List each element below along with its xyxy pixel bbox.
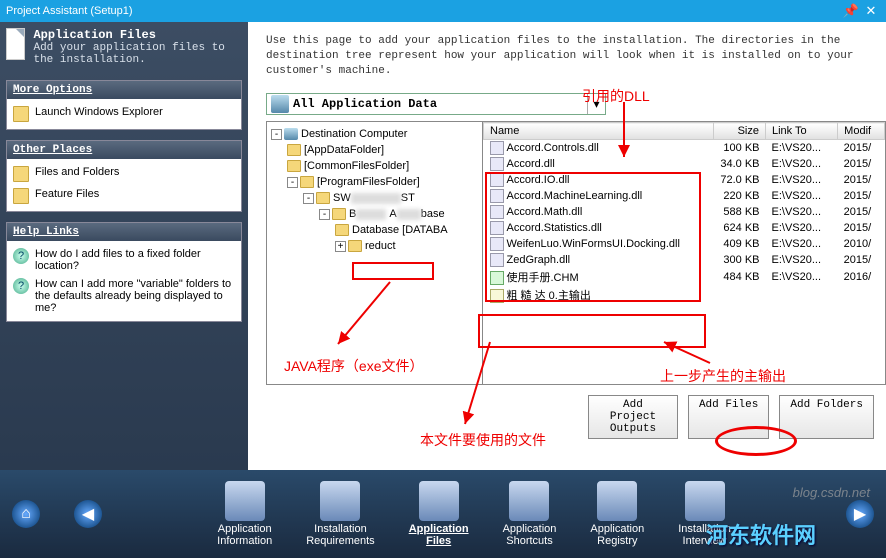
table-row[interactable]: Accord.dll34.0 KBE:\VS20...2015/ [484,156,885,172]
help-icon: ? [13,248,29,264]
step-installation-requirements[interactable]: InstallationRequirements [306,481,374,547]
tree-root[interactable]: -Destination Computer [271,126,478,142]
csdn-watermark: blog.csdn.net [793,485,870,500]
folder-icon [300,176,314,188]
tree-node[interactable]: Database [DATABA [335,222,478,238]
computer-icon [284,128,298,140]
tree-node[interactable]: -SWST [303,190,478,206]
computer-icon [271,95,289,113]
collapse-icon[interactable]: - [303,193,314,204]
folder-icon [332,208,346,220]
sidebar: Application Files Add your application f… [0,22,248,470]
step-icon [419,481,459,521]
intro-text: Add your application files to the instal… [33,42,242,66]
panel-other-places: Other Places Files and Folders Feature F… [6,140,242,212]
panel-help-links: Help Links ?How do I add files to a fixe… [6,222,242,322]
expand-icon[interactable]: + [335,241,346,252]
step-application-files[interactable]: ApplicationFiles [409,481,469,547]
anno-addfiles-ring [715,426,797,456]
destination-dropdown[interactable]: All Application Data ▾ [266,93,606,115]
panel-title: More Options [7,81,241,99]
folder-icon [348,240,362,252]
brand-watermark: 河东软件网 [706,518,816,550]
step-icon [225,481,265,521]
window-title: Project Assistant (Setup1) [6,5,840,17]
close-icon[interactable]: ✕ [862,3,880,19]
intro-heading: Application Files [33,28,242,42]
col-link[interactable]: Link To [766,123,838,140]
intro-block: Application Files Add your application f… [6,28,242,66]
files-and-folders[interactable]: Files and Folders [11,163,237,185]
col-modif[interactable]: Modif [838,123,885,140]
help-text: Use this page to add your application fi… [266,34,886,79]
workspace: Application Files Add your application f… [0,22,886,470]
nav-home-button[interactable]: ⌂ [12,500,40,528]
add-folders-button[interactable]: Add Folders [779,395,874,439]
launch-explorer[interactable]: Launch Windows Explorer [11,103,237,125]
tree-node[interactable]: -B Abase [319,206,478,222]
feature-files[interactable]: Feature Files [11,185,237,207]
add-project-outputs-button[interactable]: Add Project Outputs [588,395,678,439]
chevron-down-icon[interactable]: ▾ [587,94,605,114]
page-icon [6,28,25,60]
folder-icon [287,144,301,156]
step-icon [597,481,637,521]
step-icon [685,481,725,521]
title-bar: Project Assistant (Setup1) 📌 ✕ [0,0,886,22]
tree-node[interactable]: [CommonFilesFolder] [287,158,478,174]
folder-icon [13,166,29,182]
tree-node-reduct[interactable]: +reduct [335,238,478,254]
button-row: Add Project Outputs Add Files Add Folder… [266,395,886,439]
col-name[interactable]: Name [484,123,714,140]
panel-more-options: More Options Launch Windows Explorer [6,80,242,130]
step-application-information[interactable]: ApplicationInformation [217,481,272,547]
dropdown-label: All Application Data [293,97,587,111]
collapse-icon[interactable]: - [271,129,282,140]
anno-reduct-box [352,262,434,280]
folder-icon [316,192,330,204]
step-application-shortcuts[interactable]: ApplicationShortcuts [503,481,557,547]
panel-title: Other Places [7,141,241,159]
pin-icon[interactable]: 📌 [842,3,860,19]
file-icon [490,157,504,171]
tree-node[interactable]: [AppDataFolder] [287,142,478,158]
anno-dll-box [485,172,701,302]
table-row[interactable]: Accord.Controls.dll100 KBE:\VS20...2015/ [484,140,885,157]
collapse-icon[interactable]: - [319,209,330,220]
folder-icon [13,106,29,122]
file-icon [490,141,504,155]
file-icon [13,188,29,204]
help-link-2[interactable]: ?How can I add more "variable" folders t… [11,275,237,317]
panel-title: Help Links [7,223,241,241]
step-application-registry[interactable]: ApplicationRegistry [590,481,644,547]
col-size[interactable]: Size [714,123,766,140]
folder-icon [335,224,349,236]
nav-forward-button[interactable]: ▶ [846,500,874,528]
folder-icon [287,160,301,172]
step-icon [509,481,549,521]
nav-back-button[interactable]: ◀ [74,500,102,528]
help-icon: ? [13,278,29,294]
help-link-1[interactable]: ?How do I add files to a fixed folder lo… [11,245,237,275]
collapse-icon[interactable]: - [287,177,298,188]
step-icon [320,481,360,521]
tree-node[interactable]: -[ProgramFilesFolder] [287,174,478,190]
